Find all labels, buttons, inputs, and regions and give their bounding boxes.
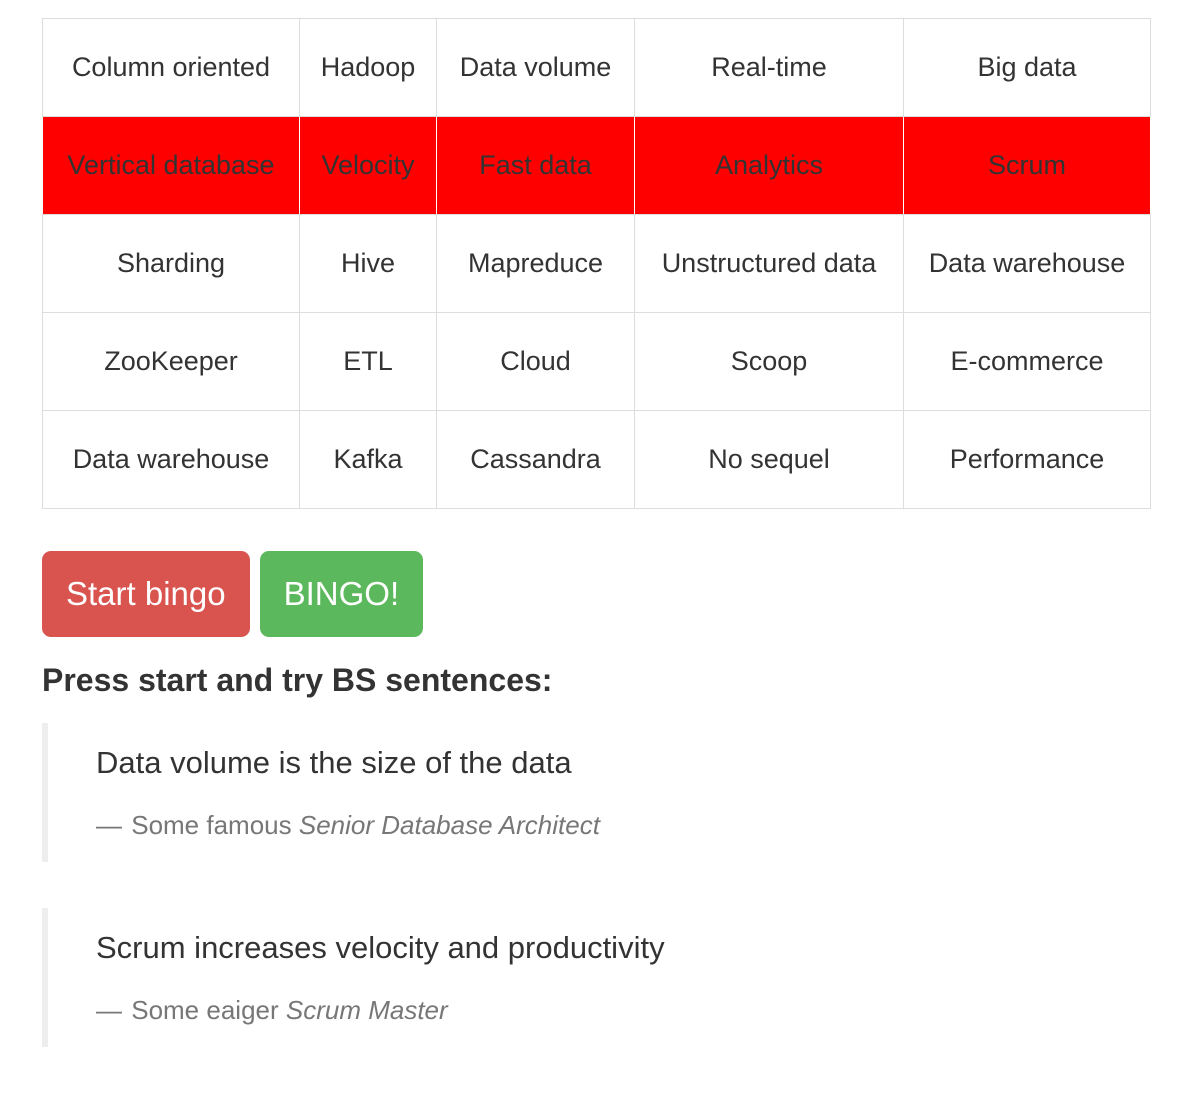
bingo-cell-marked[interactable]: Vertical database	[42, 116, 300, 215]
bingo-cell[interactable]: ZooKeeper	[42, 312, 300, 411]
bingo-button[interactable]: BINGO!	[259, 551, 424, 637]
bingo-cell[interactable]: Hadoop	[299, 18, 437, 117]
bingo-cell-marked[interactable]: Analytics	[634, 116, 904, 215]
bingo-cell[interactable]: Sharding	[42, 214, 300, 313]
bingo-cell[interactable]: Data volume	[436, 18, 635, 117]
bingo-cell[interactable]: ETL	[299, 312, 437, 411]
quote-list: Data volume is the size of the data — So…	[42, 723, 1150, 1048]
start-bingo-button[interactable]: Start bingo	[42, 551, 250, 637]
quote-text: Data volume is the size of the data	[96, 745, 572, 781]
list-item: Data volume is the size of the data — So…	[42, 723, 1150, 863]
quote-text: Scrum increases velocity and productivit…	[96, 930, 665, 966]
table-row: Data warehouse Kafka Cassandra No sequel…	[42, 410, 1151, 509]
bingo-cell-marked[interactable]: Fast data	[436, 116, 635, 215]
quote-attribution: Some eaiger	[124, 995, 286, 1026]
bingo-cell[interactable]: Cloud	[436, 312, 635, 411]
bingo-cell[interactable]: Hive	[299, 214, 437, 313]
bingo-cell-marked[interactable]: Scrum	[903, 116, 1151, 215]
em-dash: —	[96, 810, 124, 841]
page-container: Column oriented Hadoop Data volume Real-…	[0, 0, 1184, 1048]
list-item: Scrum increases velocity and productivit…	[42, 908, 1150, 1048]
bingo-cell[interactable]: Real-time	[634, 18, 904, 117]
bingo-cell[interactable]: Column oriented	[42, 18, 300, 117]
bingo-cell[interactable]: Kafka	[299, 410, 437, 509]
page-title: Press start and try BS sentences:	[42, 662, 553, 698]
quote-cite: Scrum Master	[285, 995, 448, 1026]
table-row-marked: Vertical database Velocity Fast data Ana…	[42, 116, 1151, 215]
bingo-cell[interactable]: Cassandra	[436, 410, 635, 509]
table-row: Sharding Hive Mapreduce Unstructured dat…	[42, 214, 1151, 313]
bingo-board: Column oriented Hadoop Data volume Real-…	[42, 18, 1151, 509]
quote-footer: — Some famous Senior Database Architect	[96, 807, 1150, 844]
bingo-cell[interactable]: E-commerce	[903, 312, 1151, 411]
bingo-cell[interactable]: Scoop	[634, 312, 904, 411]
bingo-cell[interactable]: Performance	[903, 410, 1151, 509]
quote-footer: — Some eaiger Scrum Master	[96, 992, 1150, 1029]
bingo-cell-marked[interactable]: Velocity	[299, 116, 437, 215]
bingo-cell[interactable]: Big data	[903, 18, 1151, 117]
table-row: Column oriented Hadoop Data volume Real-…	[42, 18, 1151, 117]
bingo-cell[interactable]: Data warehouse	[42, 410, 300, 509]
action-button-row: Start bingo BINGO!	[42, 551, 1150, 637]
bingo-cell[interactable]: Unstructured data	[634, 214, 904, 313]
em-dash: —	[96, 995, 124, 1026]
bingo-board-body: Column oriented Hadoop Data volume Real-…	[42, 18, 1151, 509]
quote-cite: Senior Database Architect	[298, 810, 600, 841]
table-row: ZooKeeper ETL Cloud Scoop E-commerce	[42, 312, 1151, 411]
bingo-cell[interactable]: Data warehouse	[903, 214, 1151, 313]
quote-attribution: Some famous	[124, 810, 299, 841]
bingo-cell[interactable]: No sequel	[634, 410, 904, 509]
bingo-cell[interactable]: Mapreduce	[436, 214, 635, 313]
